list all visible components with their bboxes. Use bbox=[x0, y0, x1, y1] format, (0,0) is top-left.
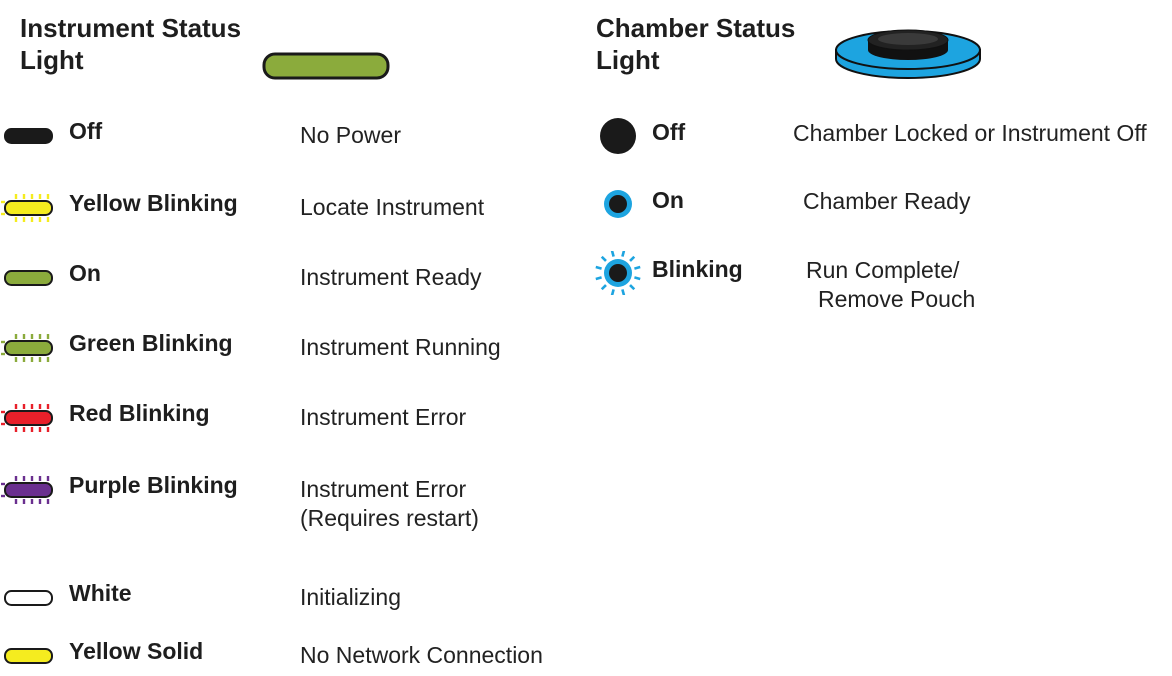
chamber-status-title: Chamber Status Light bbox=[596, 12, 795, 76]
circle-blue-ring-icon bbox=[590, 182, 654, 226]
instrument-row-white: White Initializing bbox=[0, 578, 560, 618]
instrument-status-title-line1: Instrument Status bbox=[20, 13, 242, 43]
status-description: No Network Connection bbox=[300, 642, 543, 668]
chamber-light-icon bbox=[835, 29, 981, 79]
status-description: Instrument Error bbox=[300, 404, 467, 430]
instrument-row-yellow-blinking: Yellow Blinking Locate Instrument bbox=[0, 188, 560, 228]
status-label: Yellow Solid bbox=[69, 638, 204, 664]
bar-yellow-blinking-icon bbox=[0, 188, 60, 228]
status-label: Green Blinking bbox=[69, 330, 233, 356]
status-label: Off bbox=[69, 118, 103, 144]
instrument-row-purple-blinking: Purple Blinking Instrument Error (Requir… bbox=[0, 470, 560, 531]
status-label: Blinking bbox=[652, 256, 743, 282]
status-description: Chamber Locked or Instrument Off bbox=[793, 120, 1147, 146]
instrument-light-bar-icon bbox=[262, 52, 390, 80]
instrument-row-green-blinking: Green Blinking Instrument Running bbox=[0, 328, 560, 368]
bar-white-icon bbox=[0, 578, 60, 618]
status-description: Instrument Error (Requires restart) bbox=[300, 476, 479, 531]
status-description: Chamber Ready bbox=[803, 188, 971, 214]
status-label: On bbox=[652, 187, 684, 213]
circle-black-icon bbox=[590, 114, 654, 158]
chamber-status-title-line1: Chamber Status bbox=[596, 13, 796, 43]
instrument-row-yellow-solid: Yellow Solid No Network Connection bbox=[0, 636, 560, 676]
instrument-row-off: Off No Power bbox=[0, 116, 560, 156]
status-label: Yellow Blinking bbox=[69, 190, 238, 216]
instrument-status-title-line2: Light bbox=[20, 45, 84, 75]
bar-black-icon bbox=[0, 116, 60, 156]
status-description: Run Complete/ Remove Pouch bbox=[806, 257, 976, 312]
chamber-row-on: On Chamber Ready bbox=[590, 182, 1170, 222]
chamber-status-title-line2: Light bbox=[596, 45, 660, 75]
status-label: White bbox=[69, 580, 132, 606]
bar-green-blinking-icon bbox=[0, 328, 60, 368]
bar-green-icon bbox=[0, 258, 60, 298]
status-description: No Power bbox=[300, 122, 401, 148]
chamber-row-blinking: Blinking Run Complete/ Remove Pouch bbox=[590, 251, 1170, 312]
status-description: Instrument Ready bbox=[300, 264, 482, 290]
instrument-row-on: On Instrument Ready bbox=[0, 258, 560, 298]
status-label: Off bbox=[652, 119, 686, 145]
instrument-status-title: Instrument Status Light bbox=[20, 12, 241, 76]
status-label: Red Blinking bbox=[69, 400, 210, 426]
instrument-row-red-blinking: Red Blinking Instrument Error bbox=[0, 398, 560, 438]
status-description: Locate Instrument bbox=[300, 194, 485, 220]
status-label: Purple Blinking bbox=[69, 472, 238, 498]
bar-red-blinking-icon bbox=[0, 398, 60, 438]
status-description: Initializing bbox=[300, 584, 401, 610]
bar-yellow-icon bbox=[0, 636, 60, 676]
status-label: On bbox=[69, 260, 101, 286]
circle-blue-blinking-icon bbox=[590, 251, 654, 295]
status-description: Instrument Running bbox=[300, 334, 501, 360]
bar-purple-blinking-icon bbox=[0, 470, 60, 510]
chamber-row-off: Off Chamber Locked or Instrument Off bbox=[590, 114, 1170, 154]
